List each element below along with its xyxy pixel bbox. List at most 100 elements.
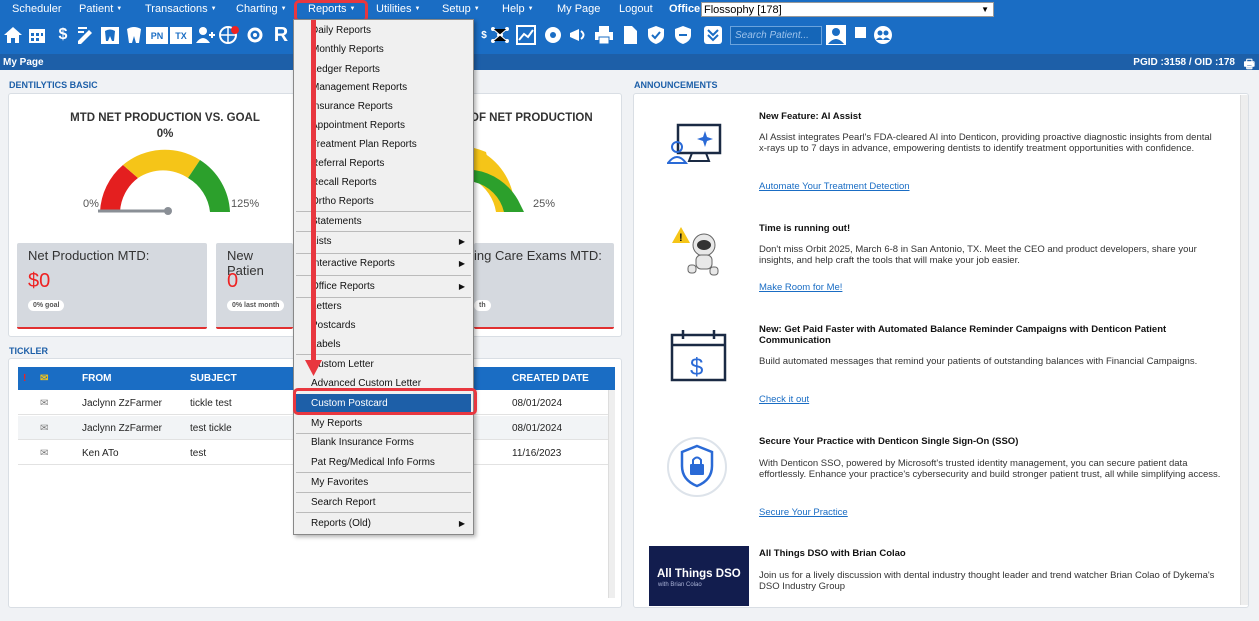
- chevron-double-down-icon[interactable]: [702, 24, 724, 46]
- submenu-arrow-icon: ▶: [458, 282, 465, 291]
- announcement-title: New: Get Paid Faster with Automated Bala…: [759, 324, 1167, 346]
- group-search-icon[interactable]: [872, 24, 894, 46]
- page-title-bar: My Page PGID :3158 / OID :178 🖶: [0, 54, 1259, 71]
- printer-icon[interactable]: [593, 24, 615, 46]
- dentilytics-title: DENTILYTICS BASIC: [9, 80, 98, 90]
- from-header[interactable]: FROM: [82, 373, 111, 384]
- menu-ledger-reports[interactable]: Ledger Reports: [296, 60, 471, 79]
- network-icon[interactable]: [489, 24, 511, 46]
- menu-insurance-reports[interactable]: Insurance Reports: [296, 97, 471, 116]
- menu-postcards[interactable]: Postcards: [296, 316, 471, 335]
- nav-scheduler[interactable]: Scheduler: [12, 3, 62, 15]
- menu-custom-letter[interactable]: Custom Letter: [296, 355, 471, 374]
- row-from: Ken ATo: [82, 448, 119, 459]
- print-icon[interactable]: 🖶: [1244, 55, 1255, 76]
- menu-treatment-plan-reports[interactable]: Treatment Plan Reports: [296, 135, 471, 154]
- nav-help[interactable]: Help ▼: [502, 3, 534, 15]
- office-select[interactable]: Flossophy [178] ▼: [701, 2, 994, 17]
- page-ids: PGID :3158 / OID :178: [1133, 57, 1235, 68]
- gauge1-chart: [98, 149, 230, 215]
- calendar-dollar-icon: $: [670, 330, 727, 382]
- document-icon[interactable]: [619, 24, 641, 46]
- perio-icon[interactable]: PN: [146, 27, 168, 44]
- dso-thumbnail[interactable]: All Things DSO with Brian Colao: [649, 546, 749, 606]
- announcements-scrollbar[interactable]: [1240, 95, 1248, 605]
- submenu-arrow-icon: ▶: [458, 519, 465, 528]
- mail-icon: ✉: [40, 373, 49, 384]
- edit-icon[interactable]: [75, 24, 97, 46]
- row-from: Jaclynn ZzFarmer: [82, 423, 163, 434]
- svg-text:!: !: [679, 232, 683, 244]
- menu-daily-reports[interactable]: Daily Reports: [296, 21, 471, 40]
- nav-setup[interactable]: Setup ▼: [442, 3, 480, 15]
- checkbox-icon[interactable]: [855, 27, 866, 38]
- nav-my-page[interactable]: My Page: [557, 3, 600, 15]
- menu-recall-reports[interactable]: Recall Reports: [296, 173, 471, 192]
- support-icon[interactable]: [542, 24, 564, 46]
- announcement-body: AI Assist integrates Pearl's FDA-cleared…: [759, 132, 1212, 154]
- announcement-link[interactable]: Secure Your Practice: [759, 507, 848, 518]
- nav-logout[interactable]: Logout: [619, 3, 653, 15]
- announcement-link[interactable]: Check it out: [759, 394, 809, 405]
- announcement-title: Time is running out!: [759, 223, 851, 234]
- menu-referral-reports[interactable]: Referral Reports: [296, 154, 471, 173]
- nav-charting[interactable]: Charting ▼: [236, 3, 287, 15]
- menu-my-favorites[interactable]: My Favorites: [296, 473, 471, 492]
- subject-header[interactable]: SUBJECT: [190, 373, 237, 384]
- menu-appointment-reports[interactable]: Appointment Reports: [296, 116, 471, 135]
- priority-header[interactable]: !: [23, 373, 26, 384]
- gauge2-title: OF NET PRODUCTION: [470, 112, 593, 124]
- add-patient-icon[interactable]: [194, 24, 216, 46]
- menu-management-reports[interactable]: Management Reports: [296, 78, 471, 97]
- menu-pat-reg-forms[interactable]: Pat Reg/Medical Info Forms: [296, 453, 471, 472]
- dso-thumb-title: All Things DSO: [657, 568, 741, 580]
- ai-monitor-icon: [667, 123, 722, 164]
- menu-search-report[interactable]: Search Report: [296, 493, 471, 512]
- kpi-care-exams: ing Care Exams MTD: th: [474, 243, 614, 329]
- announcement-body: Don't miss Orbit 2025, March 6-8 in San …: [759, 244, 1197, 266]
- nav-transactions[interactable]: Transactions ▼: [145, 3, 217, 15]
- rx-icon[interactable]: R: [270, 24, 292, 46]
- nav-patient[interactable]: Patient ▼: [79, 3, 122, 15]
- gauge1-min: 0%: [83, 198, 99, 210]
- search-patient-input[interactable]: Search Patient...: [730, 26, 822, 45]
- menu-my-reports[interactable]: My Reports: [296, 414, 471, 433]
- chart-line-icon[interactable]: [515, 24, 537, 46]
- menu-ortho-reports[interactable]: Ortho Reports: [296, 192, 471, 211]
- menu-statements[interactable]: Statements: [296, 212, 471, 231]
- created-header[interactable]: CREATED DATE: [512, 373, 589, 384]
- globe-icon[interactable]: [218, 24, 240, 46]
- tickler-scrollbar[interactable]: [608, 390, 615, 598]
- kpi-net-production: Net Production MTD: $0 0% goal: [17, 243, 207, 329]
- menu-blank-insurance-forms[interactable]: Blank Insurance Forms: [296, 433, 471, 452]
- megaphone-icon[interactable]: [567, 24, 589, 46]
- menu-separator: [296, 512, 471, 513]
- shield-icon[interactable]: [672, 24, 694, 46]
- calendar-icon[interactable]: [26, 24, 48, 46]
- gauge2-max: 25%: [533, 198, 556, 210]
- home-icon[interactable]: [2, 24, 24, 46]
- menu-interactive-reports[interactable]: Interactive Reports ▶: [296, 254, 471, 273]
- envelope-icon: ✉: [40, 448, 49, 459]
- dso-thumb-sub: with Brian Colao: [658, 582, 702, 588]
- search-user-icon[interactable]: [825, 24, 847, 46]
- dollar-icon[interactable]: $: [52, 24, 74, 46]
- announcement-link[interactable]: Make Room for Me!: [759, 282, 842, 293]
- menu-office-reports[interactable]: Office Reports ▶: [296, 277, 471, 296]
- announcements-title: ANNOUNCEMENTS: [634, 80, 718, 90]
- menu-lists[interactable]: Lists ▶: [296, 232, 471, 251]
- menu-labels[interactable]: Labels: [296, 335, 471, 354]
- tooth-icon[interactable]: [123, 24, 145, 46]
- submenu-arrow-icon: ▶: [458, 237, 465, 246]
- menu-monthly-reports[interactable]: Monthly Reports: [296, 40, 471, 59]
- menu-letters[interactable]: Letters: [296, 297, 471, 316]
- kpi-title: Net Production MTD:: [28, 248, 150, 263]
- tooth-chart-icon[interactable]: [99, 24, 121, 46]
- announcement-link[interactable]: Automate Your Treatment Detection: [759, 181, 910, 192]
- gear-icon[interactable]: [244, 24, 266, 46]
- treatment-icon[interactable]: TX: [170, 27, 192, 44]
- nav-utilities[interactable]: Utilities ▼: [376, 3, 420, 15]
- menu-reports-old[interactable]: Reports (Old) ▶: [296, 514, 471, 533]
- announcement-title: Secure Your Practice with Denticon Singl…: [759, 436, 1019, 447]
- shield-check-icon[interactable]: [645, 24, 667, 46]
